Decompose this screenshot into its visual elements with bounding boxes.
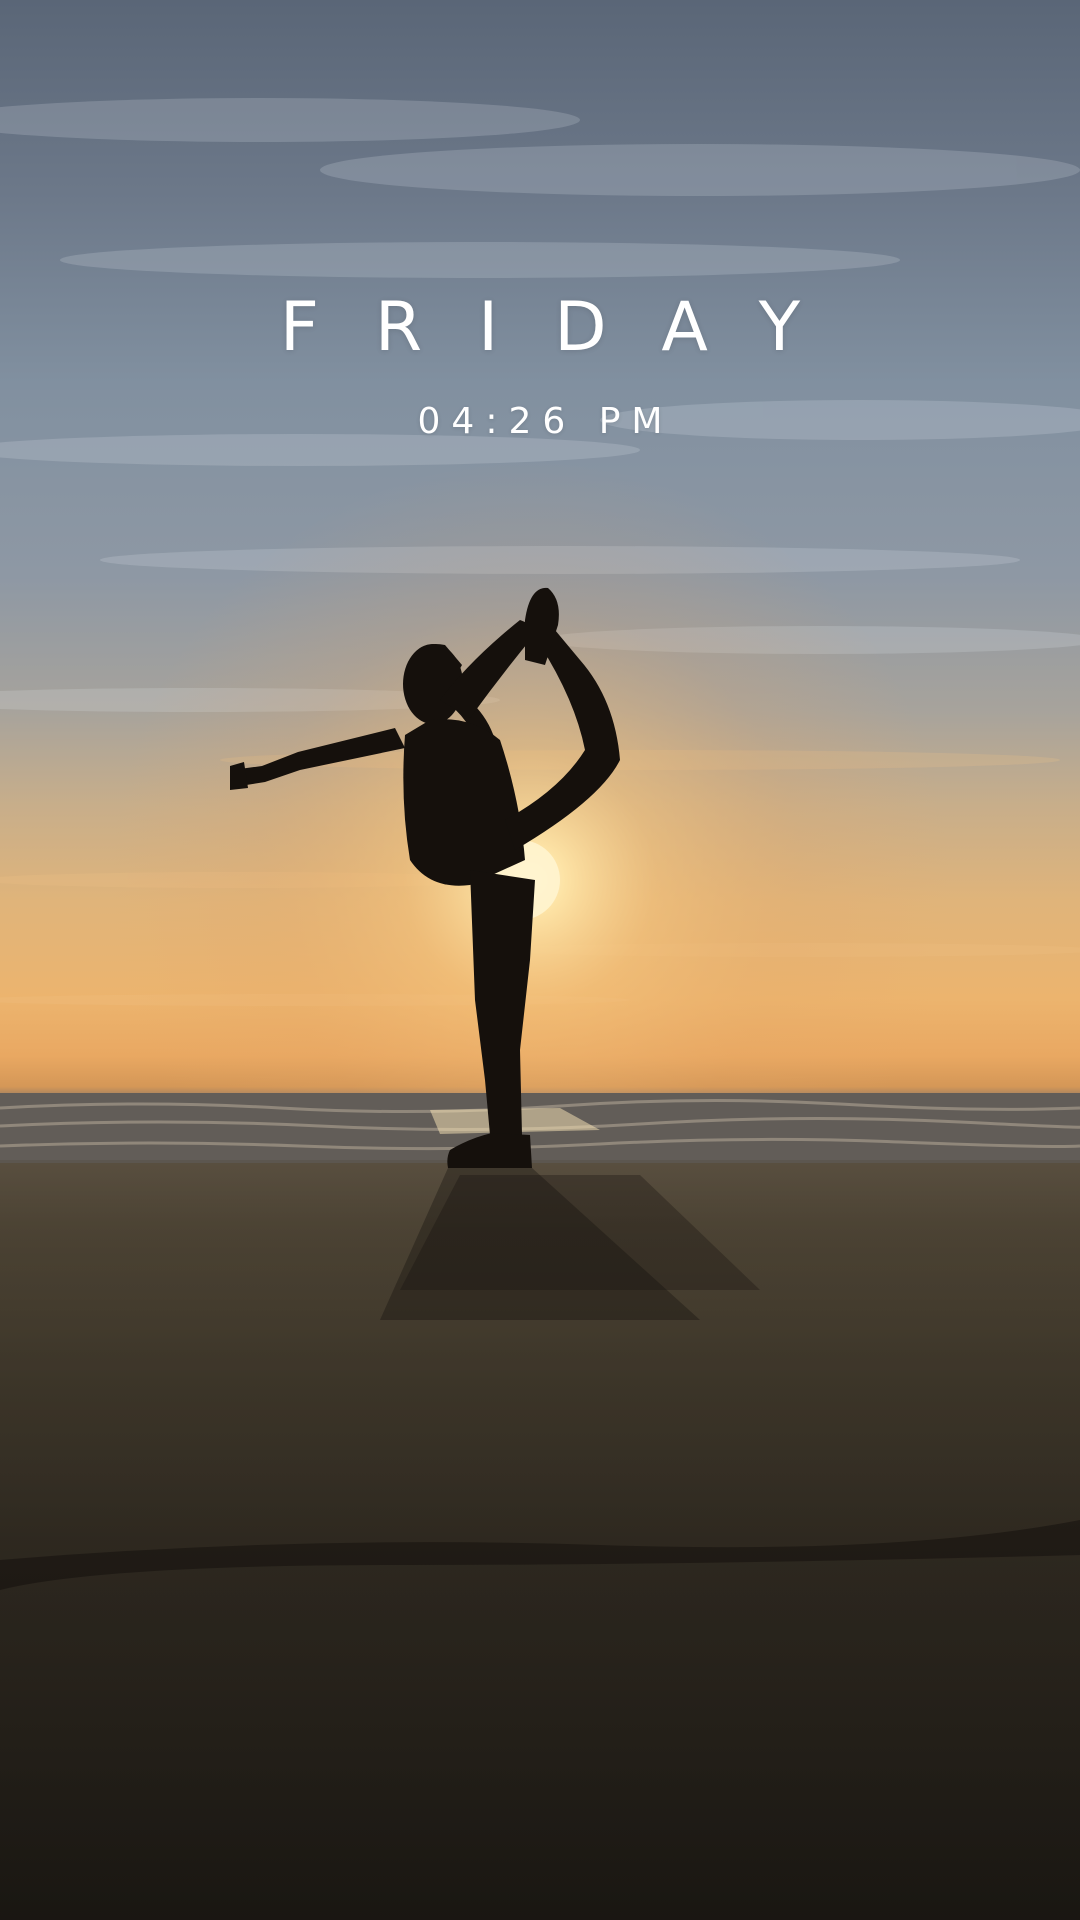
lock-screen-clock: FRIDAY 04:26 PM bbox=[0, 0, 1080, 460]
time-label: 04:26 PM bbox=[417, 401, 674, 442]
lock-screen: FRIDAY 04:26 PM bbox=[0, 0, 1080, 1920]
day-of-week-label: FRIDAY bbox=[279, 288, 857, 367]
